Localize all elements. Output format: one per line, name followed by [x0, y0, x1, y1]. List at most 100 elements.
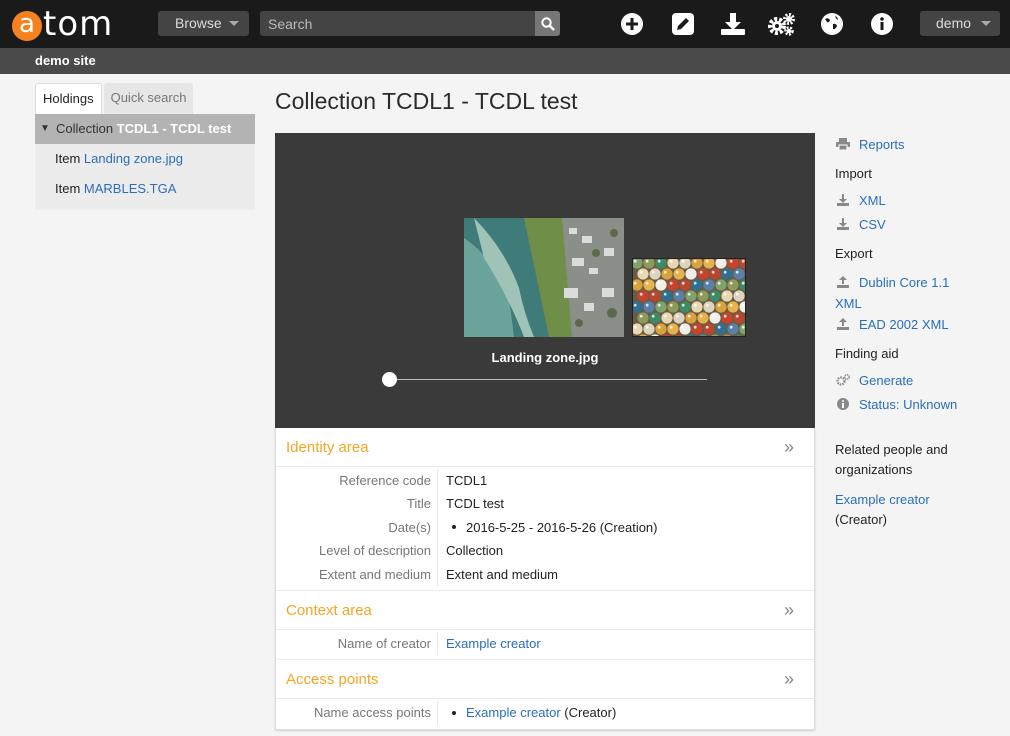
- download-icon: [835, 194, 851, 209]
- holdings-tree: ▼ Collection TCDL1 - TCDL test Item Land…: [35, 114, 255, 210]
- info-button[interactable]: [866, 8, 898, 40]
- site-bar: demo site: [0, 48, 1010, 74]
- field-label: Level of description: [276, 539, 438, 563]
- info-icon: [835, 398, 851, 413]
- download-icon: [835, 218, 851, 233]
- field-value: TCDL test: [446, 496, 505, 512]
- carousel-slider-track[interactable]: [390, 379, 707, 380]
- expanded-triangle-icon[interactable]: ▼: [40, 114, 50, 144]
- browse-button[interactable]: Browse: [158, 11, 249, 36]
- carousel-slider-handle[interactable]: [382, 372, 397, 387]
- section-title: Identity area: [286, 439, 369, 456]
- creator-role: (Creator): [564, 705, 617, 721]
- double-chevron-right-icon[interactable]: »: [784, 437, 794, 458]
- globe-icon: [821, 13, 843, 35]
- user-label: demo: [936, 15, 972, 31]
- add-button[interactable]: [616, 8, 648, 40]
- tab-holdings[interactable]: Holdings: [35, 83, 102, 114]
- marbles-thumbnail[interactable]: [632, 258, 746, 337]
- search-button[interactable]: [535, 11, 560, 36]
- tree-item-link[interactable]: MARBLES.TGA: [84, 181, 176, 196]
- caret-down-icon: [981, 21, 991, 26]
- site-name-link[interactable]: demo site: [35, 53, 96, 68]
- access-points-header[interactable]: Access points »: [276, 660, 814, 700]
- tree-item-title: TCDL1 - TCDL test: [116, 121, 232, 136]
- field-value-list: Example creator (Creator): [438, 701, 616, 724]
- language-button[interactable]: [816, 8, 848, 40]
- settings-button[interactable]: [766, 8, 798, 40]
- browse-label: Browse: [175, 15, 222, 31]
- landing-zone-thumbnail[interactable]: [464, 218, 624, 337]
- user-menu-button[interactable]: demo: [920, 11, 1000, 36]
- reports-label: Reports: [859, 137, 905, 152]
- field-row: Reference code TCDL1: [276, 469, 814, 493]
- tab-quick-search[interactable]: Quick search: [103, 83, 194, 114]
- tree-item-collection[interactable]: ▼ Collection TCDL1 - TCDL test: [35, 114, 255, 144]
- related-creator-link[interactable]: Example creator: [835, 492, 930, 507]
- search-icon: [540, 16, 555, 31]
- page-title: Collection TCDL1 - TCDL test: [275, 88, 578, 114]
- digital-object-carousel: Landing zone.jpg: [275, 133, 815, 428]
- related-heading-line1: Related people and: [835, 442, 948, 457]
- field-label: Date(s): [276, 515, 438, 540]
- gears-icon: [835, 374, 851, 389]
- download-button[interactable]: [717, 8, 749, 40]
- caret-down-icon: [229, 21, 239, 26]
- tree-item-landing-zone: Item Landing zone.jpg: [35, 144, 255, 174]
- export-ead-link[interactable]: EAD 2002 XML: [835, 317, 949, 333]
- tree-item-marbles: Item MARBLES.TGA: [35, 174, 255, 204]
- logo-tom: tom: [43, 4, 114, 44]
- related-heading: Related people and organizations: [835, 440, 948, 480]
- identity-area-header[interactable]: Identity area »: [276, 428, 814, 467]
- field-label: Extent and medium: [276, 562, 438, 586]
- related-entry: Example creator (Creator): [835, 490, 930, 530]
- reports-link[interactable]: Reports: [835, 137, 905, 153]
- field-row: Name of creator Example creator: [276, 631, 814, 656]
- field-value: Extent and medium: [446, 566, 559, 582]
- tree-item-type: Collection: [56, 121, 114, 136]
- plus-circle-icon: [621, 13, 643, 35]
- field-label: Name of creator: [276, 631, 438, 656]
- creator-access-link[interactable]: Example creator: [466, 705, 561, 720]
- bullet-icon: [452, 525, 456, 530]
- field-value: Example creator: [438, 632, 541, 655]
- tree-item-type: Item: [55, 181, 81, 196]
- section-title: Context area: [286, 601, 372, 619]
- creator-link[interactable]: Example creator: [446, 636, 541, 651]
- import-xml-label: XML: [859, 193, 886, 208]
- context-area-header[interactable]: Context area »: [276, 591, 814, 630]
- field-row: Title TCDL test: [276, 492, 814, 516]
- identity-fields: Reference code TCDL1 Title TCDL test Dat…: [276, 467, 814, 591]
- import-xml-link[interactable]: XML: [835, 193, 886, 209]
- download-icon: [721, 13, 745, 35]
- upload-icon: [835, 274, 851, 294]
- export-dublin-core-link[interactable]: Dublin Core 1.1 XML: [835, 273, 949, 314]
- import-heading: Import: [835, 166, 872, 181]
- print-icon: [835, 138, 851, 153]
- tree-item-type: Item: [55, 151, 81, 166]
- status-label: Status: Unknown: [859, 397, 958, 412]
- finding-aid-status-link[interactable]: Status: Unknown: [835, 397, 957, 413]
- description-details: Identity area » Reference code TCDL1 Tit…: [275, 428, 815, 730]
- field-label: Title: [276, 492, 438, 516]
- related-creator-role: (Creator): [835, 512, 888, 527]
- top-navigation-bar: a tom Browse Search demo: [0, 0, 1010, 48]
- atom-logo[interactable]: a tom: [12, 4, 113, 44]
- double-chevron-right-icon[interactable]: »: [784, 669, 794, 690]
- edit-button[interactable]: [667, 8, 699, 40]
- tree-item-link[interactable]: Landing zone.jpg: [84, 151, 183, 166]
- field-row: Level of description Collection: [276, 539, 814, 563]
- finding-aid-heading: Finding aid: [835, 346, 899, 361]
- double-chevron-right-icon[interactable]: »: [784, 600, 794, 621]
- field-label: Name access points: [276, 701, 438, 725]
- search-input[interactable]: [260, 11, 535, 36]
- import-csv-label: CSV: [859, 217, 886, 232]
- gears-icon: [768, 13, 795, 36]
- generate-finding-aid-link[interactable]: Generate: [835, 373, 913, 389]
- carousel-caption: Landing zone.jpg: [491, 350, 599, 365]
- bullet-icon: [452, 710, 456, 715]
- generate-label: Generate: [859, 373, 914, 388]
- upload-icon: [835, 318, 851, 333]
- export-dc-label-line2: XML: [835, 295, 862, 311]
- import-csv-link[interactable]: CSV: [835, 217, 886, 233]
